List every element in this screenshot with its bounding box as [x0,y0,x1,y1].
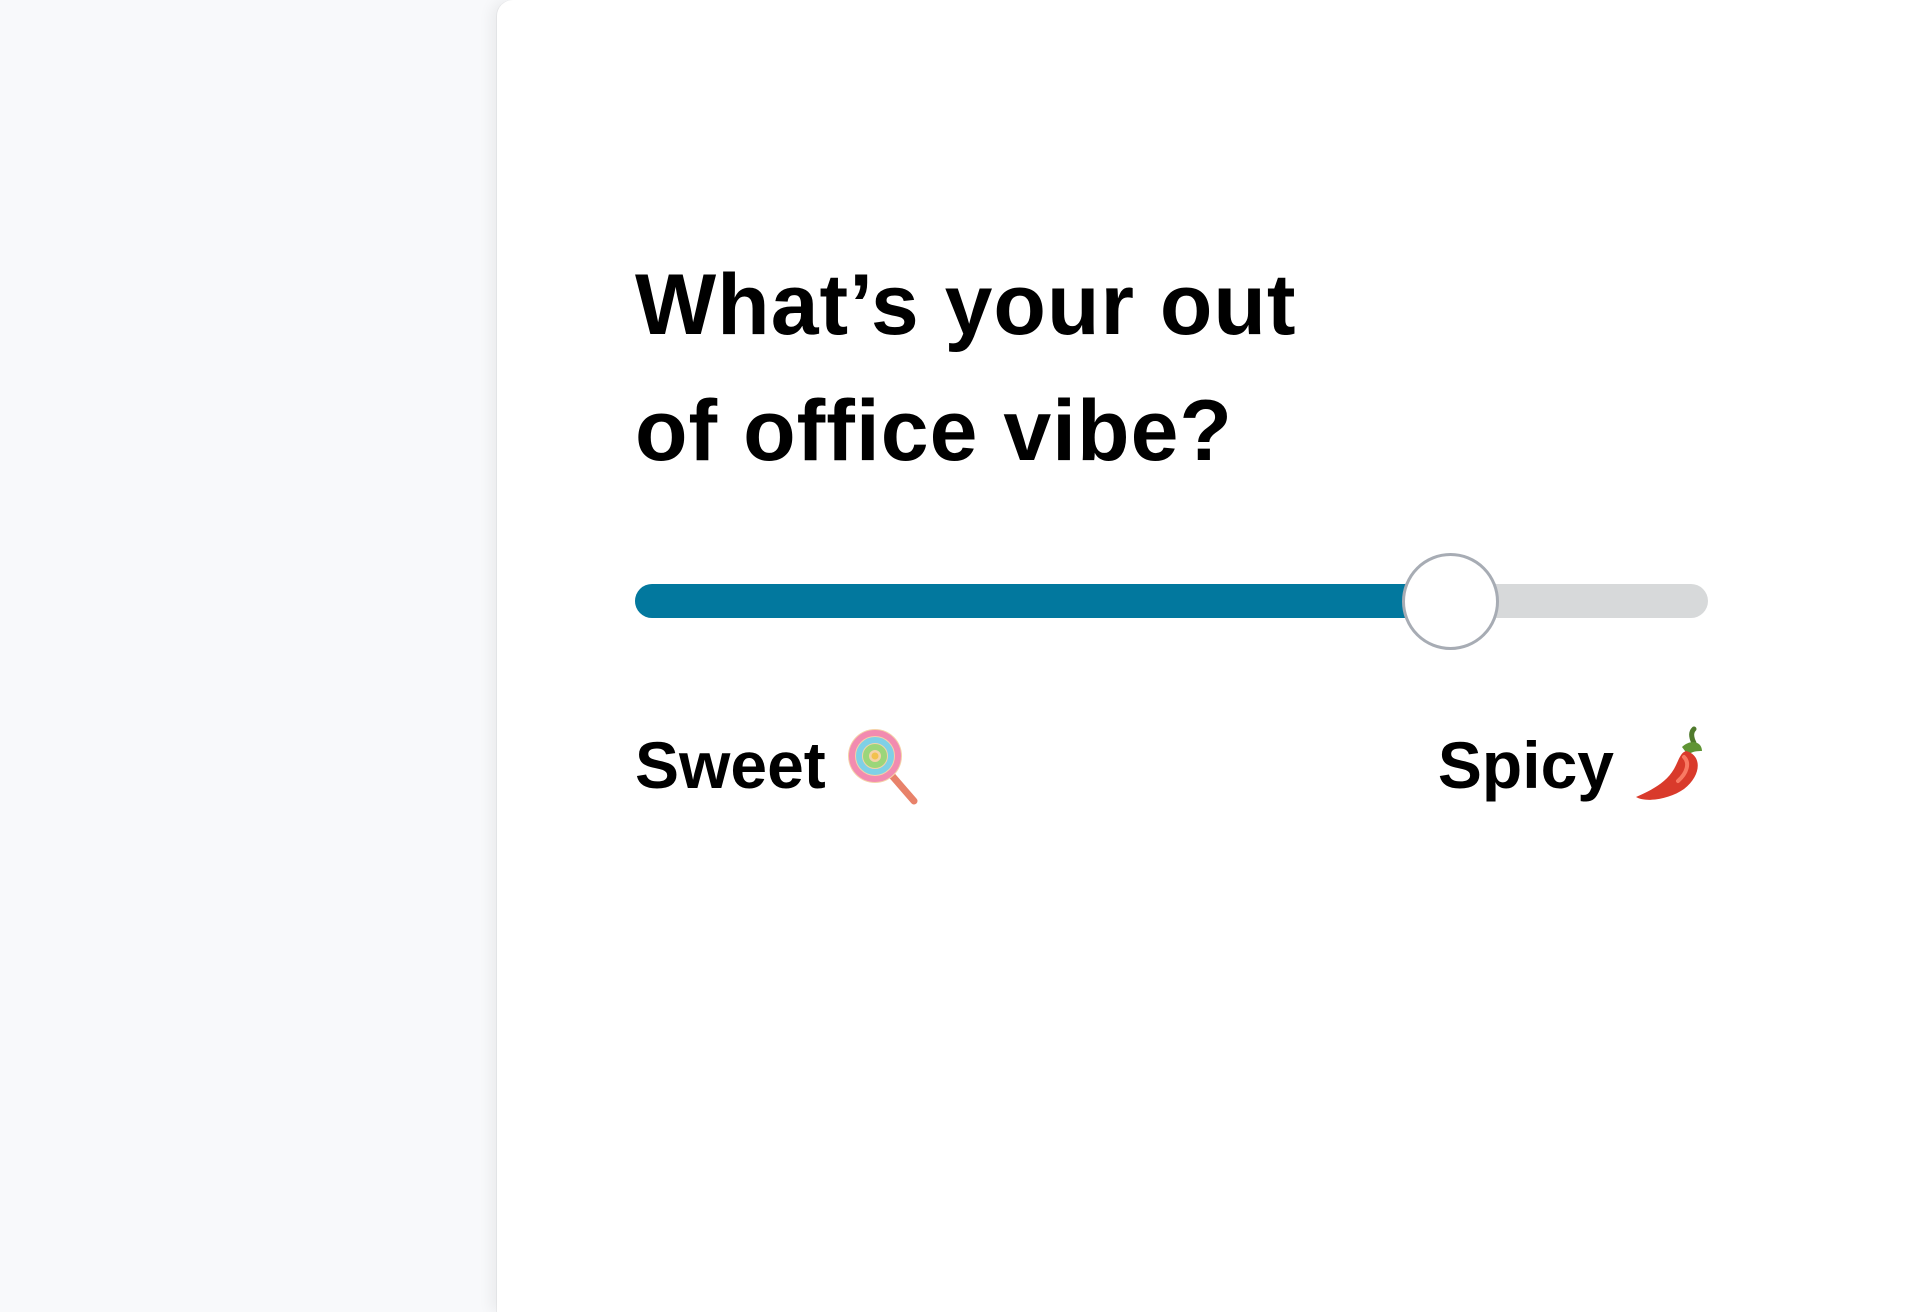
hot-pepper-icon [1636,726,1702,800]
sweet-label: Sweet [635,720,920,810]
question-card [497,0,1920,1312]
slider-labels: Sweet Spicy [635,720,1708,810]
question-line-1: What’s your out [635,257,1297,353]
spicy-label: Spicy [1438,720,1708,810]
page: What’s your out of office vibe? Sweet Sp… [0,0,1920,1312]
slider-fill [635,584,1450,618]
vibe-slider[interactable] [635,553,1708,650]
sweet-label-text: Sweet [635,728,826,802]
question-line-2: of office vibe? [635,383,1233,479]
lollipop-icon [847,729,918,805]
question-title: What’s your out of office vibe? [635,242,1395,494]
spicy-label-text: Spicy [1437,728,1614,802]
slider-thumb[interactable] [1402,553,1499,650]
